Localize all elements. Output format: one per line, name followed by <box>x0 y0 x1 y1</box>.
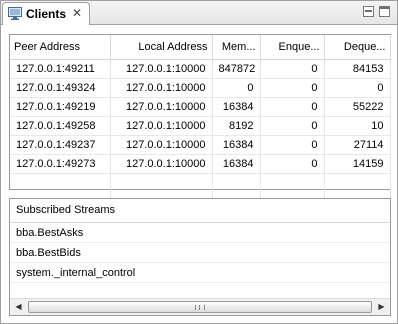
cell-local-address: 127.0.0.1:10000 <box>110 78 213 98</box>
cell-enqueued: 0 <box>260 116 325 136</box>
table-row[interactable]: 127.0.0.1:49219 127.0.0.1:10000 16384 0 … <box>10 97 391 117</box>
cell-local-address: 127.0.0.1:10000 <box>110 154 213 174</box>
cell-dequeued: 84153 <box>324 59 391 79</box>
clients-table: Peer Address Local Address Mem... Enque.… <box>9 34 391 215</box>
cell-peer-address: 127.0.0.1:49324 <box>10 78 111 98</box>
column-header-subscribed-streams[interactable]: Subscribed Streams <box>10 199 390 223</box>
list-item[interactable]: bba.BestAsks <box>10 223 390 243</box>
cell-memory: 16384 <box>212 97 261 117</box>
subscribed-streams-list: Subscribed Streams bba.BestAsks bba.Best… <box>9 198 391 316</box>
cell-local-address: 127.0.0.1:10000 <box>110 97 213 117</box>
cell-peer-address: 127.0.0.1:49237 <box>10 135 111 155</box>
cell-peer-address: 127.0.0.1:49258 <box>10 116 111 136</box>
maximize-button[interactable] <box>379 6 390 17</box>
cell-enqueued: 0 <box>260 154 325 174</box>
cell-dequeued: 27114 <box>324 135 391 155</box>
list-item[interactable]: bba.BestBids <box>10 243 390 263</box>
tab-title: Clients <box>26 7 67 21</box>
cell-memory: 16384 <box>212 154 261 174</box>
tab-clients[interactable]: Clients ✕ <box>2 2 90 25</box>
cell-memory: 16384 <box>212 135 261 155</box>
cell-enqueued: 0 <box>260 59 325 79</box>
cell-memory: 0 <box>212 78 261 98</box>
cell-enqueued: 0 <box>260 78 325 98</box>
scroll-left-arrow-icon[interactable]: ◀ <box>10 299 27 315</box>
table-row[interactable]: 127.0.0.1:49324 127.0.0.1:10000 0 0 0 <box>10 78 391 98</box>
table-row[interactable]: 127.0.0.1:49211 127.0.0.1:10000 847872 0… <box>10 59 391 79</box>
cell-dequeued: 14159 <box>324 154 391 174</box>
view-tab-bar: Clients ✕ <box>1 1 397 25</box>
cell-peer-address: 127.0.0.1:49211 <box>10 59 111 79</box>
table-header-row: Peer Address Local Address Mem... Enque.… <box>10 35 391 60</box>
cell-peer-address: 127.0.0.1:49219 <box>10 97 111 117</box>
clients-view: Clients ✕ Peer Address Local Address Mem… <box>0 0 398 324</box>
cell-local-address: 127.0.0.1:10000 <box>110 59 213 79</box>
scroll-right-arrow-icon[interactable]: ▶ <box>373 299 390 315</box>
cell-enqueued: 0 <box>260 135 325 155</box>
cell-local-address: 127.0.0.1:10000 <box>110 135 213 155</box>
column-header-local-address[interactable]: Local Address <box>110 35 213 60</box>
scrollbar-thumb[interactable] <box>28 301 372 313</box>
monitor-icon <box>8 7 22 20</box>
cell-memory: 8192 <box>212 116 261 136</box>
column-header-dequeued[interactable]: Deque... <box>324 35 391 60</box>
cell-dequeued: 0 <box>324 78 391 98</box>
horizontal-scrollbar[interactable]: ◀ ▶ <box>10 298 390 315</box>
cell-memory: 847872 <box>212 59 261 79</box>
cell-enqueued: 0 <box>260 97 325 117</box>
minimize-button[interactable] <box>363 6 374 17</box>
cell-peer-address: 127.0.0.1:49273 <box>10 154 111 174</box>
cell-local-address: 127.0.0.1:10000 <box>110 116 213 136</box>
cell-dequeued: 55222 <box>324 97 391 117</box>
table-row[interactable]: 127.0.0.1:49237 127.0.0.1:10000 16384 0 … <box>10 135 391 155</box>
grip-icon <box>195 305 205 310</box>
cell-dequeued: 10 <box>324 116 391 136</box>
table-row[interactable]: 127.0.0.1:49273 127.0.0.1:10000 16384 0 … <box>10 154 391 174</box>
column-header-enqueued[interactable]: Enque... <box>260 35 325 60</box>
close-icon[interactable]: ✕ <box>70 6 84 20</box>
column-header-peer-address[interactable]: Peer Address <box>10 35 111 60</box>
column-header-memory[interactable]: Mem... <box>212 35 261 60</box>
table-row[interactable]: 127.0.0.1:49258 127.0.0.1:10000 8192 0 1… <box>10 116 391 136</box>
list-item[interactable]: system._internal_control <box>10 263 390 283</box>
